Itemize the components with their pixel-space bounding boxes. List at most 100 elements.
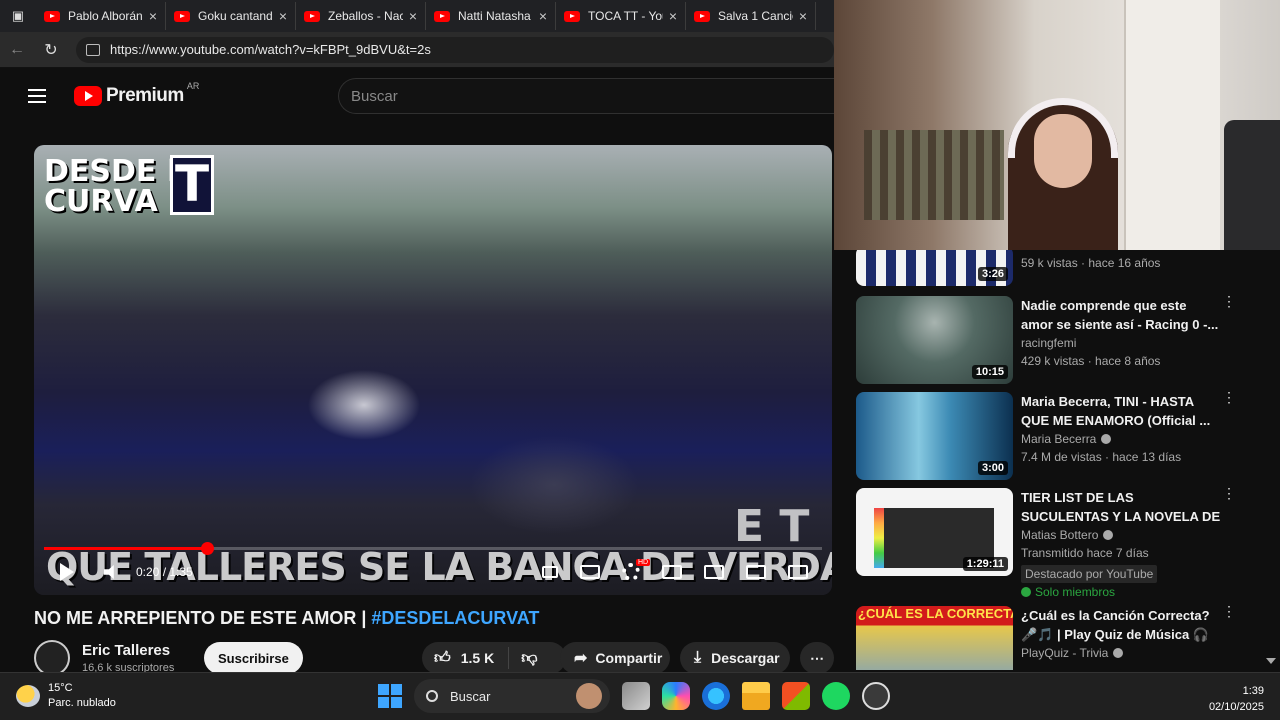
logo-text: Premium (106, 85, 184, 106)
obs-studio-icon[interactable] (862, 682, 890, 710)
video-thumbnail[interactable]: 3:26 (856, 250, 1013, 286)
theater-mode-icon[interactable] (704, 565, 724, 579)
cast-icon[interactable] (746, 565, 766, 579)
more-vertical-icon[interactable]: ⋮ (1222, 390, 1236, 404)
more-vertical-icon[interactable]: ⋮ (1222, 604, 1236, 618)
search-input[interactable]: Buscar (338, 78, 834, 114)
scroll-down-arrow-icon[interactable] (1266, 658, 1276, 664)
more-actions-button[interactable]: ⋯ (800, 642, 834, 674)
weather-widget[interactable]: 15°C Parc. nublado (16, 681, 116, 711)
close-tab-icon[interactable]: × (539, 8, 547, 24)
video-title[interactable]: Nadie comprende que este amor se siente … (1021, 296, 1221, 334)
task-view-icon[interactable] (622, 682, 650, 710)
video-hashtag[interactable]: #DESDELACURVAT (371, 608, 539, 628)
reload-icon[interactable]: ↻ (34, 33, 68, 67)
channel-name-row[interactable]: PlayQuiz - Trivia (1021, 646, 1124, 660)
close-tab-icon[interactable]: × (409, 8, 417, 24)
edge-browser-icon[interactable] (702, 682, 730, 710)
progress-bar[interactable] (44, 542, 822, 555)
channel-name-row[interactable]: Maria Becerra (1021, 432, 1112, 446)
video-thumbnail[interactable]: 1:29:11 (856, 488, 1013, 576)
like-button[interactable]: 👍︎ 1.5 K (422, 647, 510, 669)
browser-tab[interactable]: Zeballos - Nac × (296, 2, 426, 30)
recommendation-item[interactable]: 1:29:11 TIER LIST DE LAS SUCULENTAS Y LA… (856, 486, 1266, 599)
back-arrow-icon[interactable]: ← (0, 33, 34, 67)
close-tab-icon[interactable]: × (149, 8, 157, 24)
share-button[interactable]: ➦ Compartir (560, 642, 670, 674)
verified-artist-icon (1101, 434, 1112, 444)
subscribe-button[interactable]: Suscribirse (204, 642, 303, 674)
channel-name[interactable]: racingfemi (1021, 336, 1076, 350)
play-icon[interactable] (60, 563, 74, 581)
windows-start-icon[interactable] (378, 684, 402, 708)
channel-name-row[interactable]: Matias Bottero (1021, 528, 1114, 542)
webcam-background-bench (864, 130, 1004, 220)
youtube-favicon-icon (304, 10, 320, 22)
video-title[interactable]: ¿Cuál es la Canción Correcta? 🎤🎵 | Play … (1021, 606, 1221, 644)
browser-tab[interactable]: TOCA TT - You × (556, 2, 686, 30)
recommendation-item[interactable]: 3:00 Maria Becerra, TINI - HASTA QUE ME … (856, 390, 1266, 482)
taskbar-search[interactable]: Buscar (414, 679, 610, 713)
channel-avatar[interactable] (34, 640, 70, 676)
duration-badge: 10:15 (971, 365, 1008, 379)
share-arrow-icon: ➦ (574, 650, 588, 667)
dislike-button[interactable]: 👎︎ (509, 649, 537, 668)
screen: ▣ Pablo Alborán × Goku cantand × Zeballos … (0, 0, 1280, 720)
browser-tab[interactable]: Natti Natasha × (426, 2, 556, 30)
taskbar-search-label: Buscar (450, 688, 491, 704)
headset-icon (1008, 98, 1118, 158)
file-explorer-icon[interactable] (742, 682, 770, 710)
autoplay-toggle-icon[interactable] (542, 566, 558, 578)
search-icon (426, 690, 438, 702)
close-tab-icon[interactable]: × (799, 8, 807, 24)
close-tab-icon[interactable]: × (279, 8, 287, 24)
recommendation-item[interactable]: ¿CUÁL ES LA CORRECTA? ¿Cuál es la Canció… (856, 604, 1266, 670)
taskbar-apps: Buscar (378, 679, 890, 713)
microsoft-store-icon[interactable] (782, 682, 810, 710)
miniplayer-icon[interactable] (662, 565, 682, 579)
fullscreen-icon[interactable] (788, 565, 808, 579)
video-meta: Transmitido hace 7 días (1021, 546, 1149, 560)
like-count: 1.5 K (460, 650, 495, 666)
subtitles-icon[interactable] (580, 565, 600, 579)
url-text: https://www.youtube.com/watch?v=kFBPt_9d… (110, 42, 431, 57)
video-title[interactable]: TIER LIST DE LAS SUCULENTAS Y LA NOVELA … (1021, 488, 1221, 526)
url-field[interactable]: https://www.youtube.com/watch?v=kFBPt_9d… (76, 36, 834, 63)
streamer (1008, 92, 1118, 250)
system-clock[interactable]: 1:39 02/10/2025 (1209, 683, 1264, 715)
more-vertical-icon[interactable]: ⋮ (1222, 294, 1236, 308)
recommendation-item[interactable]: 10:15 Nadie comprende que este amor se s… (856, 294, 1266, 386)
more-horizontal-icon: ⋯ (810, 649, 824, 666)
video-thumbnail[interactable]: ¿CUÁL ES LA CORRECTA? (856, 606, 1013, 670)
spotify-icon[interactable] (822, 682, 850, 710)
video-meta: 429 k vistas · hace 8 años (1021, 354, 1161, 368)
tab-actions-icon[interactable]: ▣ (0, 0, 36, 32)
more-vertical-icon[interactable]: ⋮ (1222, 486, 1236, 500)
browser-tab[interactable]: Salva 1 Canció × (686, 2, 816, 30)
recommendation-item[interactable]: 3:26 59 k vistas · hace 16 años (856, 250, 1266, 286)
youtube-favicon-icon (564, 10, 580, 22)
video-title: NO ME ARREPIENTO DE ESTE AMOR | #DESDELA… (34, 608, 539, 629)
browser-tab[interactable]: Goku cantand × (166, 2, 296, 30)
settings-gear-icon[interactable] (622, 559, 651, 581)
thumbnail-text: ¿CUÁL ES LA CORRECTA? (858, 606, 1013, 621)
close-tab-icon[interactable]: × (669, 8, 677, 24)
share-label: Compartir (595, 650, 663, 666)
tab-title: Natti Natasha (458, 9, 531, 23)
browser-tab[interactable]: Pablo Alborán × (36, 2, 166, 30)
volume-icon[interactable] (104, 565, 114, 579)
tab-title: TOCA TT - You (588, 9, 663, 23)
menu-icon[interactable] (0, 68, 74, 124)
video-thumbnail[interactable]: 3:00 (856, 392, 1013, 480)
webcam-background-sofa (1224, 120, 1280, 250)
address-bar: ← ↻ https://www.youtube.com/watch?v=kFBP… (0, 32, 834, 68)
tab-title: Goku cantand (198, 9, 273, 23)
youtube-logo[interactable]: Premium AR (74, 68, 199, 124)
download-button[interactable]: ⤓ Descargar (680, 642, 790, 674)
video-player[interactable]: DESDE LA CURVA T QUE TALLERES SE LA BANC… (34, 145, 832, 595)
video-thumbnail[interactable]: 10:15 (856, 296, 1013, 384)
copilot-icon[interactable] (662, 682, 690, 710)
video-title[interactable]: Maria Becerra, TINI - HASTA QUE ME ENAMO… (1021, 392, 1221, 430)
youtube-play-logo-icon (74, 86, 102, 106)
channel-name[interactable]: Eric Talleres (82, 642, 170, 659)
